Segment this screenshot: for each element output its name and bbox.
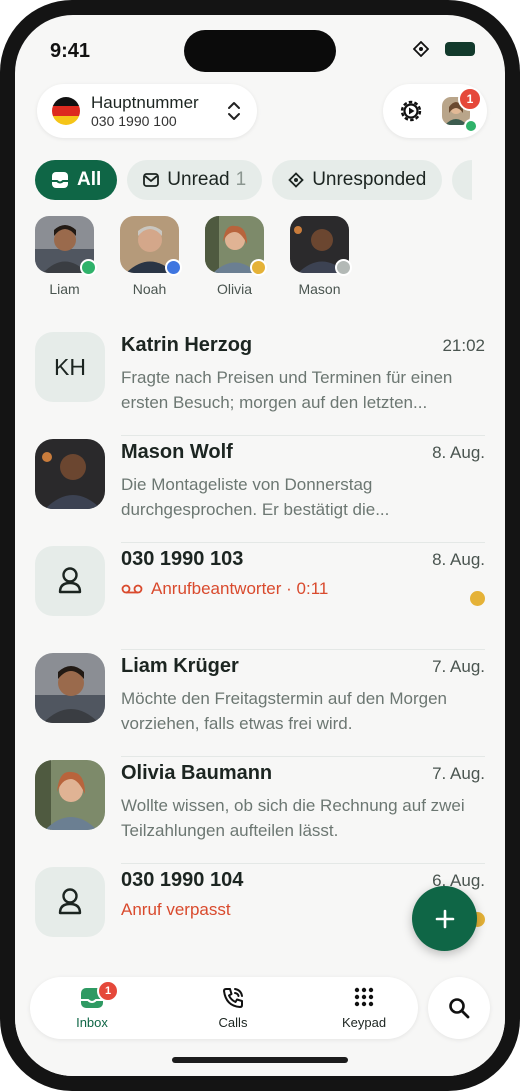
conversation-row[interactable]: Liam Krüger 7. Aug. Möchte den Freitagst… — [35, 653, 485, 760]
person-icon — [58, 888, 82, 915]
search-button[interactable] — [428, 977, 490, 1039]
filter-chips: All Unread 1 Unresponded — [35, 160, 473, 200]
conversation-list: KH Katrin Herzog 21:02 Fragte nach Preis… — [35, 332, 485, 974]
phone-frame: 9:41 Hauptnummer 030 1990 100 1 All Unre… — [0, 0, 520, 1091]
unread-dot — [470, 591, 485, 606]
envelope-icon — [143, 173, 160, 187]
voicemail-status: Anrufbeantworter · 0:11 — [121, 579, 328, 599]
unknown-contact-avatar — [35, 546, 105, 616]
conversation-date: 21:02 — [442, 336, 485, 355]
filter-all-label: All — [77, 169, 102, 190]
favorite-contact[interactable]: Liam — [35, 216, 97, 297]
conversation-preview: Möchte den Freitagstermin auf den Morgen… — [121, 689, 448, 733]
divider — [121, 863, 485, 864]
filter-more[interactable] — [452, 160, 473, 200]
conversation-row[interactable]: KH Katrin Herzog 21:02 Fragte nach Preis… — [35, 332, 485, 439]
number-title: Hauptnummer — [91, 93, 199, 113]
divider — [121, 542, 485, 543]
voicemail-icon — [121, 584, 143, 594]
initials-avatar: KH — [35, 332, 105, 402]
inbox-tray-icon — [52, 172, 68, 188]
conversation-preview: Die Montageliste von Donnerstag durchges… — [121, 475, 390, 519]
status-icons — [413, 41, 475, 57]
voicemail-text: Anrufbeantworter · 0:11 — [151, 579, 329, 598]
conversation-name: Mason Wolf — [121, 441, 233, 463]
battery-icon — [445, 42, 475, 56]
number-value: 030 1990 100 — [91, 112, 177, 129]
status-time: 9:41 — [50, 40, 91, 62]
inbox-badge: 1 — [97, 980, 119, 1002]
divider — [121, 756, 485, 757]
conversation-name: Katrin Herzog — [121, 334, 253, 356]
conversation-date: 7. Aug. — [432, 657, 485, 676]
contact-name: Liam — [49, 281, 80, 297]
tab-inbox[interactable]: 1 Inbox — [47, 980, 137, 1030]
favorite-contacts: Liam Noah Olivia Mason — [35, 216, 352, 297]
phone-call-icon — [223, 988, 243, 1008]
filter-unread-label: Unread — [167, 169, 230, 190]
tab-keypad[interactable]: Keypad — [319, 985, 409, 1030]
avatar-initials: KH — [54, 353, 86, 380]
filter-unread[interactable]: Unread 1 — [127, 160, 263, 200]
screen: 9:41 Hauptnummer 030 1990 100 1 All Unre… — [15, 15, 505, 1076]
germany-flag-icon — [52, 97, 80, 125]
contact-avatar — [35, 439, 105, 509]
conversation-row[interactable]: Mason Wolf 8. Aug. Die Montageliste von … — [35, 439, 485, 546]
home-indicator — [172, 1057, 348, 1063]
location-icon — [413, 41, 429, 57]
profile-badge: 1 — [458, 87, 482, 111]
tab-bar: 1 Inbox Calls Keypad — [30, 977, 418, 1039]
missed-call-status: Anruf verpasst — [121, 900, 231, 919]
divider — [121, 649, 485, 650]
divider — [121, 435, 485, 436]
online-status-dot — [464, 119, 478, 133]
conversation-name: 030 1990 104 — [121, 869, 244, 891]
tab-calls-label: Calls — [218, 1015, 248, 1030]
number-selector[interactable]: Hauptnummer 030 1990 100 — [37, 84, 257, 138]
conversation-name: 030 1990 103 — [121, 548, 244, 570]
tab-inbox-label: Inbox — [76, 1015, 108, 1030]
filter-all[interactable]: All — [35, 160, 118, 200]
settings-gear-icon[interactable] — [397, 97, 425, 125]
conversation-name: Liam Krüger — [121, 655, 239, 677]
favorite-contact[interactable]: Mason — [290, 216, 352, 297]
conversation-name: Olivia Baumann — [121, 762, 273, 784]
contact-avatar — [35, 653, 105, 723]
account-controls: 1 — [383, 84, 487, 138]
dynamic-island — [184, 30, 336, 72]
unknown-contact-avatar — [35, 867, 105, 937]
diamond-icon — [288, 172, 304, 188]
conversation-date: 8. Aug. — [432, 443, 485, 462]
filter-unresponded[interactable]: Unresponded — [272, 160, 443, 200]
presence-dot — [165, 259, 182, 276]
search-icon — [449, 998, 470, 1019]
conversation-preview: Fragte nach Preisen und Terminen für ein… — [121, 368, 453, 412]
contact-name: Mason — [298, 281, 341, 297]
filter-unread-count: 1 — [235, 169, 247, 190]
compose-button[interactable] — [412, 886, 477, 951]
contact-name: Olivia — [216, 281, 252, 297]
contact-avatar — [35, 760, 105, 830]
favorite-contact[interactable]: Noah — [120, 216, 182, 297]
person-icon — [58, 567, 82, 594]
presence-dot — [250, 259, 267, 276]
conversation-row[interactable]: Olivia Baumann 7. Aug. Wollte wissen, ob… — [35, 760, 485, 867]
conversation-date: 7. Aug. — [432, 764, 485, 783]
presence-dot — [335, 259, 352, 276]
chevron-up-down-icon — [228, 102, 240, 120]
presence-dot — [80, 259, 97, 276]
tab-calls[interactable]: Calls — [188, 985, 278, 1030]
conversation-date: 8. Aug. — [432, 550, 485, 569]
conversation-row[interactable]: 030 1990 103 8. Aug. Anrufbeantworter · … — [35, 546, 485, 653]
filter-unresponded-label: Unresponded — [312, 169, 427, 190]
conversation-preview: Wollte wissen, ob sich die Rechnung auf … — [121, 796, 465, 840]
favorite-contact[interactable]: Olivia — [205, 216, 267, 297]
contact-name: Noah — [132, 281, 167, 297]
tab-keypad-label: Keypad — [341, 1015, 387, 1030]
keypad-icon — [354, 987, 374, 1007]
plus-icon — [435, 909, 454, 928]
